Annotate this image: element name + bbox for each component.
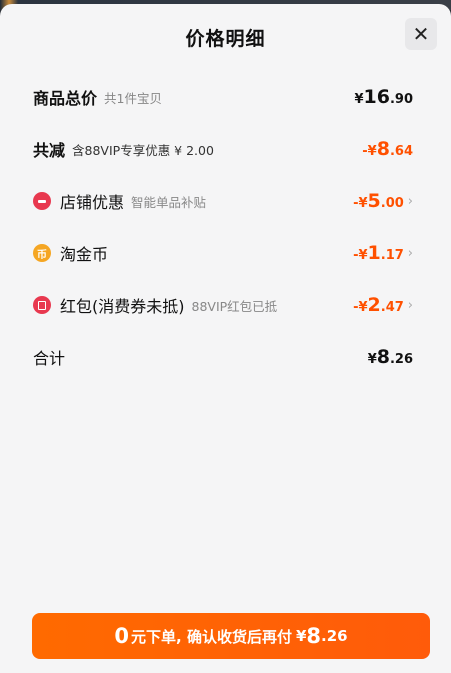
chevron-right-icon: ›: [407, 297, 413, 313]
currency-symbol: -¥: [362, 144, 377, 159]
cta-amount-int: 8: [306, 624, 322, 648]
row-taojinbi[interactable]: 币 淘金币 -¥ 1 .17 ›: [33, 238, 413, 268]
red-packet-sub: 88VIP红包已抵: [191, 298, 278, 314]
red-envelope-icon: [33, 296, 51, 314]
total-price-sub: 共1件宝贝: [104, 90, 162, 106]
total-price-label: 商品总价: [33, 89, 98, 108]
grand-total-label: 合计: [33, 349, 66, 368]
place-order-button[interactable]: 0 元下单, 确认收货后再付 ¥ 8 .26: [32, 613, 430, 659]
chevron-right-icon: ›: [407, 193, 413, 209]
grand-total-amount: ¥ 8 .26: [368, 346, 413, 368]
chevron-right-icon: ›: [407, 245, 413, 261]
row-total-discount: 共减 含88VIP专享优惠 ¥ 2.00 -¥ 8 .64: [33, 134, 413, 164]
cta-zero: 0: [114, 624, 130, 648]
row-total-price: 商品总价 共1件宝贝 ¥ 16 .90: [33, 82, 413, 112]
taojinbi-label: 淘金币: [60, 245, 109, 264]
shop-coupon-sub: 智能单品补贴: [131, 194, 207, 210]
close-button[interactable]: ✕: [405, 18, 437, 50]
row-shop-coupon[interactable]: 店铺优惠 智能单品补贴 -¥ 5 .00 ›: [33, 186, 413, 216]
red-packet-label: 红包(消费券未抵): [60, 297, 185, 316]
amount-int: 16: [363, 86, 390, 108]
amount-dec: .64: [389, 144, 413, 159]
taojinbi-coin-icon: 币: [33, 244, 51, 262]
shop-coupon-label: 店铺优惠: [60, 193, 125, 212]
discount-label: 共减: [33, 141, 66, 160]
cta-amount-dec: .26: [321, 627, 348, 645]
taojinbi-amount: -¥ 1 .17 ›: [353, 242, 413, 264]
price-detail-sheet: 价格明细 ✕ 商品总价 共1件宝贝 ¥ 16 .90 共减 含88VIP专享优惠…: [0, 4, 451, 673]
shop-coupon-icon: [33, 192, 51, 210]
cta-currency-symbol: ¥: [295, 627, 307, 645]
amount-int: 8: [376, 138, 390, 160]
amount-int: 8: [376, 346, 390, 368]
total-price-amount: ¥ 16 .90: [354, 86, 413, 108]
row-grand-total: 合计 ¥ 8 .26: [33, 342, 413, 372]
page-title: 价格明细: [185, 28, 266, 50]
amount-dec: .00: [380, 196, 404, 211]
currency-symbol: -¥: [353, 248, 368, 263]
discount-sub: 含88VIP专享优惠 ¥ 2.00: [72, 142, 214, 158]
amount-dec: .26: [389, 352, 413, 367]
cta-text: 元下单, 确认收货后再付: [131, 627, 292, 646]
red-packet-amount: -¥ 2 .47 ›: [353, 294, 413, 316]
close-icon: ✕: [412, 22, 430, 46]
amount-dec: .90: [389, 92, 413, 107]
amount-dec: .17: [380, 248, 404, 263]
currency-symbol: -¥: [353, 300, 368, 315]
amount-int: 2: [367, 294, 381, 316]
amount-int: 1: [367, 242, 381, 264]
discount-amount: -¥ 8 .64: [362, 138, 413, 160]
shop-coupon-amount: -¥ 5 .00 ›: [353, 190, 413, 212]
currency-symbol: -¥: [353, 196, 368, 211]
currency-symbol: ¥: [367, 352, 377, 367]
row-red-packet[interactable]: 红包(消费券未抵) 88VIP红包已抵 -¥ 2 .47 ›: [33, 290, 413, 320]
amount-int: 5: [367, 190, 381, 212]
amount-dec: .47: [380, 300, 404, 315]
currency-symbol: ¥: [354, 92, 364, 107]
